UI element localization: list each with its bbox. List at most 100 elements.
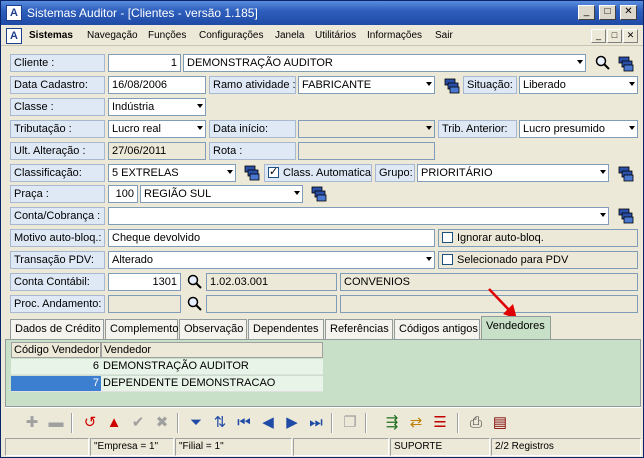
- next-record-icon[interactable]: ▶: [281, 412, 303, 434]
- stack-icon[interactable]: [618, 208, 634, 224]
- proc-andamento-code-field[interactable]: [108, 295, 181, 313]
- classe-value: Indústria: [112, 101, 155, 113]
- menu-janela[interactable]: Janela: [275, 30, 304, 41]
- tributacao-combo[interactable]: Lucro real: [108, 120, 206, 138]
- warning-icon[interactable]: ▲: [103, 412, 125, 434]
- cliente-name-combo[interactable]: DEMONSTRAÇÃO AUDITOR: [183, 54, 586, 72]
- stack-icon[interactable]: [618, 56, 634, 72]
- grupo-combo[interactable]: PRIORITÁRIO: [417, 164, 609, 182]
- chevron-down-icon: [629, 82, 635, 86]
- close-button[interactable]: ✕: [620, 5, 637, 20]
- chevron-down-icon: [227, 170, 233, 174]
- menu-informacoes[interactable]: Informações: [367, 30, 422, 41]
- search-icon[interactable]: [187, 296, 203, 312]
- mdi-close-button[interactable]: ✕: [623, 29, 638, 43]
- remove-icon[interactable]: ▬: [45, 412, 67, 434]
- tab-referencias[interactable]: Referências: [325, 319, 393, 339]
- trib-anterior-combo[interactable]: Lucro presumido: [519, 120, 638, 138]
- toolbar-separator: [177, 413, 179, 433]
- minimize-button[interactable]: _: [578, 5, 595, 20]
- menu-configuracoes[interactable]: Configurações: [199, 30, 263, 41]
- confirm-icon[interactable]: ✔: [127, 412, 149, 434]
- tributacao-label: Tributação :: [10, 120, 105, 138]
- mdi-minimize-button[interactable]: _: [591, 29, 606, 43]
- menu-navegacao[interactable]: Navegação: [87, 30, 138, 41]
- search-icon[interactable]: [187, 274, 203, 290]
- list-icon[interactable]: ☰: [429, 412, 451, 434]
- situacao-combo[interactable]: Liberado: [519, 76, 638, 94]
- ignorar-checkbox[interactable]: [442, 232, 453, 243]
- cliente-code-field[interactable]: 1: [108, 54, 181, 72]
- cliente-name-value: DEMONSTRAÇÃO AUDITOR: [187, 57, 333, 69]
- data-inicio-combo[interactable]: [298, 120, 435, 138]
- classificacao-combo[interactable]: 5 EXTRELAS: [108, 164, 236, 182]
- praca-code-field[interactable]: 100: [108, 185, 138, 203]
- mdi-restore-button[interactable]: □: [607, 29, 622, 43]
- class-automatica-checkbox[interactable]: [268, 165, 279, 178]
- maximize-button[interactable]: □: [599, 5, 616, 20]
- ignorar-box[interactable]: Ignorar auto-bloq.: [438, 229, 638, 247]
- rota-field[interactable]: [298, 142, 435, 160]
- filter-icon[interactable]: ⏷: [185, 412, 207, 434]
- status-empresa: "Empresa = 1": [90, 438, 174, 456]
- menu-brand[interactable]: Sistemas: [29, 30, 73, 41]
- stack-icon[interactable]: [311, 186, 327, 202]
- table-row-name[interactable]: DEMONSTRAÇÃO AUDITOR: [101, 359, 323, 375]
- add-icon[interactable]: ✚: [21, 412, 43, 434]
- tab-codigos-antigos[interactable]: Códigos antigos: [394, 319, 480, 339]
- selecionado-pdv-box[interactable]: Selecionado para PDV: [438, 251, 638, 269]
- title-bar: A Sistemas Auditor - [Clientes - versão …: [1, 1, 643, 25]
- tab-dependentes[interactable]: Dependentes: [248, 319, 324, 339]
- menu-bar: A Sistemas Navegação Funções Configuraçõ…: [1, 26, 643, 46]
- conta-cobranca-combo[interactable]: [108, 207, 609, 225]
- table-row-code[interactable]: 6: [11, 359, 101, 375]
- menu-utilitarios[interactable]: Utilitários: [315, 30, 356, 41]
- table-row-name-selected[interactable]: DEPENDENTE DEMONSTRACAO: [101, 376, 323, 392]
- situacao-value: Liberado: [523, 79, 566, 91]
- class-automatica-box[interactable]: Class. Automatica: [264, 164, 372, 182]
- copy-icon[interactable]: ❐: [339, 412, 361, 434]
- first-record-icon[interactable]: ⏮: [233, 412, 255, 434]
- grid-header-codigo[interactable]: Código Vendedor: [11, 342, 101, 358]
- toolbar-separator: [331, 413, 333, 433]
- print-icon[interactable]: ⎙: [465, 412, 487, 434]
- table-row-code-selected[interactable]: 7: [11, 376, 101, 392]
- transacao-combo[interactable]: Alterado: [108, 251, 435, 269]
- cliente-label: Cliente :: [10, 54, 105, 72]
- classe-combo[interactable]: Indústria: [108, 98, 206, 116]
- cancel-icon[interactable]: ✖: [151, 412, 173, 434]
- prev-record-icon[interactable]: ◀: [257, 412, 279, 434]
- tab-dados-credito[interactable]: Dados de Crédito: [10, 319, 104, 339]
- undo-icon[interactable]: ↺: [79, 412, 101, 434]
- app-window: A Sistemas Auditor - [Clientes - versão …: [0, 0, 644, 458]
- classificacao-value: 5 EXTRELAS: [112, 167, 179, 179]
- data-cadastro-field[interactable]: 16/08/2006: [108, 76, 206, 94]
- tab-complemento[interactable]: Complemento: [105, 319, 178, 339]
- toolbar-separator: [457, 413, 459, 433]
- tab-vendedores[interactable]: Vendedores: [481, 316, 551, 340]
- ramo-combo[interactable]: FABRICANTE: [298, 76, 435, 94]
- stack-icon[interactable]: [444, 78, 460, 94]
- praca-combo[interactable]: REGIÃO SUL: [140, 185, 303, 203]
- tab-observacao[interactable]: Observação: [179, 319, 247, 339]
- selecionado-pdv-checkbox[interactable]: [442, 254, 453, 265]
- menu-sair[interactable]: Sair: [435, 30, 453, 41]
- data-inicio-label: Data início:: [209, 120, 296, 138]
- ult-alteracao-field: 27/06/2011: [108, 142, 206, 160]
- search-icon[interactable]: [595, 55, 611, 71]
- menu-funcoes[interactable]: Funções: [148, 30, 186, 41]
- ignorar-label: Ignorar auto-bloq.: [457, 232, 544, 244]
- stack-icon[interactable]: [618, 166, 634, 182]
- chevron-down-icon: [600, 170, 606, 174]
- chevron-down-icon: [600, 213, 606, 217]
- sort-icon[interactable]: ⇅: [209, 412, 231, 434]
- rota-label: Rota :: [209, 142, 296, 160]
- motivo-field[interactable]: Cheque devolvido: [108, 229, 435, 247]
- stack-icon[interactable]: [244, 165, 260, 181]
- last-record-icon[interactable]: ⏭: [305, 412, 327, 434]
- report-icon[interactable]: ▤: [489, 412, 511, 434]
- export-icon[interactable]: ⇶: [381, 412, 403, 434]
- conta-contabil-code-field[interactable]: 1301: [108, 273, 181, 291]
- transfer-icon[interactable]: ⇄: [405, 412, 427, 434]
- grid-header-vendedor[interactable]: Vendedor: [101, 342, 323, 358]
